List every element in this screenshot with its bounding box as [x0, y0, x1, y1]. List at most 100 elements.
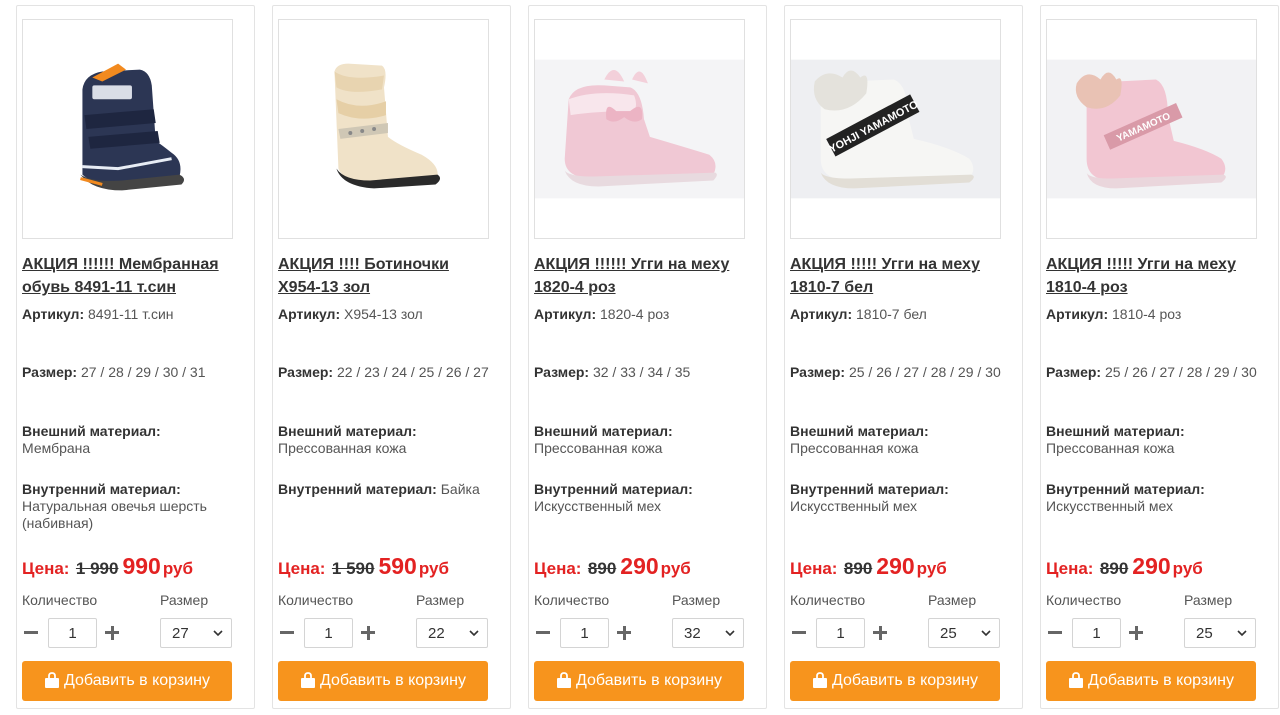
outer-material-label: Внешний материал: [790, 423, 929, 439]
product-inner-material: Внутренний материал: Байка [278, 481, 493, 498]
product-sizes: Размер: 25 / 26 / 27 / 28 / 29 / 30 [1046, 364, 1261, 381]
product-sizes: Размер: 27 / 28 / 29 / 30 / 31 [22, 364, 237, 381]
product-sku: Артикул: 1810-4 роз [1046, 306, 1261, 323]
product-outer-material: Внешний материал: Прессованная кожа [790, 423, 1005, 457]
quantity-decrease-button[interactable] [278, 624, 296, 642]
product-price: Цена: 890 290 руб [1046, 553, 1261, 579]
product-outer-material: Внешний материал: Прессованная кожа [1046, 423, 1261, 457]
inner-material-value: Искусственный мех [790, 498, 918, 514]
size-select[interactable]: 22 [416, 618, 488, 648]
product-title[interactable]: АКЦИЯ !!!! Ботиночки X954-13 зол [278, 253, 493, 299]
outer-material-label: Внешний материал: [534, 423, 673, 439]
inner-material-label: Внутренний материал: [1046, 481, 1205, 497]
pink-ugg-boot-icon [535, 59, 744, 199]
size-select[interactable]: 25 [928, 618, 1000, 648]
product-title[interactable]: АКЦИЯ !!!!! Угги на меху 1810-7 бел [790, 253, 1005, 299]
sizes-value: 25 / 26 / 27 / 28 / 29 / 30 [848, 364, 1001, 380]
sizes-value: 22 / 23 / 24 / 25 / 26 / 27 [336, 364, 489, 380]
size-select[interactable]: 32 [672, 618, 744, 648]
product-sizes: Размер: 32 / 33 / 34 / 35 [534, 364, 749, 381]
quantity-increase-button[interactable] [615, 624, 633, 642]
sizes-label: Размер: [278, 364, 334, 380]
size-select-label: Размер [928, 592, 977, 608]
quantity-input[interactable] [560, 618, 609, 648]
product-title[interactable]: АКЦИЯ !!!!!! Мембранная обувь 8491-11 т.… [22, 253, 237, 299]
quantity-input[interactable] [1072, 618, 1121, 648]
sku-value: 1810-4 роз [1112, 306, 1182, 322]
product-inner-material: Внутренний материал: Искусственный мех [534, 481, 749, 515]
size-select-value: 27 [172, 625, 189, 642]
product-image[interactable] [22, 19, 233, 239]
sku-label: Артикул: [1046, 306, 1109, 322]
product-sku: Артикул: 1820-4 роз [534, 306, 749, 323]
product-card: АКЦИЯ !!!! Ботиночки X954-13 зол Артикул… [272, 5, 511, 709]
product-price: Цена: 890 290 руб [534, 553, 749, 579]
quantity-label: Количество [534, 592, 610, 608]
old-price: 1 590 [331, 559, 375, 578]
size-select-label: Размер [672, 592, 721, 608]
product-sizes: Размер: 25 / 26 / 27 / 28 / 29 / 30 [790, 364, 1005, 381]
size-select[interactable]: 27 [160, 618, 232, 648]
new-price: 290 [620, 553, 659, 579]
product-image[interactable]: YAMAMOTO [1046, 19, 1257, 239]
quantity-increase-button[interactable] [103, 624, 121, 642]
product-sku: Артикул: 8491-11 т.син [22, 306, 237, 323]
sizes-value: 27 / 28 / 29 / 30 / 31 [80, 364, 206, 380]
product-title[interactable]: АКЦИЯ !!!!!! Угги на меху 1820-4 роз [534, 253, 749, 299]
outer-material-label: Внешний материал: [22, 423, 161, 439]
sizes-label: Размер: [790, 364, 846, 380]
add-to-cart-label: Добавить в корзину [319, 672, 466, 689]
product-image[interactable] [534, 19, 745, 239]
inner-material-label: Внутренний материал: [790, 481, 949, 497]
quantity-increase-button[interactable] [1127, 624, 1145, 642]
quantity-increase-button[interactable] [359, 624, 377, 642]
quantity-label: Количество [1046, 592, 1122, 608]
sizes-label: Размер: [22, 364, 78, 380]
size-select[interactable]: 25 [1184, 618, 1256, 648]
quantity-decrease-button[interactable] [534, 624, 552, 642]
chevron-down-icon [213, 630, 223, 637]
shopping-bag-icon [812, 672, 827, 688]
inner-material-label: Внутренний материал: [22, 481, 181, 497]
sku-label: Артикул: [22, 306, 85, 322]
inner-material-label: Внутренний материал: [534, 481, 693, 497]
old-price: 890 [1099, 559, 1129, 578]
chevron-down-icon [981, 630, 991, 637]
new-price: 990 [122, 553, 161, 579]
gold-ankle-boot-icon [334, 63, 441, 189]
quantity-increase-button[interactable] [871, 624, 889, 642]
quantity-decrease-button[interactable] [790, 624, 808, 642]
quantity-decrease-button[interactable] [1046, 624, 1064, 642]
pink-ugg-boot-icon: YAMAMOTO [1047, 59, 1256, 199]
size-select-value: 32 [684, 625, 701, 642]
add-to-cart-button[interactable]: Добавить в корзину [790, 661, 1000, 701]
add-to-cart-button[interactable]: Добавить в корзину [534, 661, 744, 701]
new-price: 290 [1132, 553, 1171, 579]
quantity-input[interactable] [816, 618, 865, 648]
product-sku: Артикул: X954-13 зол [278, 306, 493, 323]
add-to-cart-button[interactable]: Добавить в корзину [1046, 661, 1256, 701]
product-image[interactable]: YOHJI YAMAMOTO [790, 19, 1001, 239]
product-card: АКЦИЯ !!!!!! Мембранная обувь 8491-11 т.… [16, 5, 255, 709]
inner-material-label: Внутренний материал: [278, 481, 437, 497]
price-label: Цена: [534, 559, 582, 578]
outer-material-label: Внешний материал: [278, 423, 417, 439]
product-sizes: Размер: 22 / 23 / 24 / 25 / 26 / 27 [278, 364, 493, 381]
price-currency: руб [1172, 559, 1203, 578]
chevron-down-icon [1237, 630, 1247, 637]
add-to-cart-button[interactable]: Добавить в корзину [278, 661, 488, 701]
navy-membrane-boot-icon [80, 63, 185, 191]
quantity-decrease-button[interactable] [22, 624, 40, 642]
chevron-down-icon [469, 630, 479, 637]
sku-value: 8491-11 т.син [88, 306, 174, 322]
new-price: 590 [378, 553, 417, 579]
product-image[interactable] [278, 19, 489, 239]
size-select-value: 25 [1196, 625, 1213, 642]
inner-material-value: Байка [440, 481, 480, 497]
quantity-input[interactable] [304, 618, 353, 648]
inner-material-value: Искусственный мех [534, 498, 662, 514]
add-to-cart-button[interactable]: Добавить в корзину [22, 661, 232, 701]
quantity-input[interactable] [48, 618, 97, 648]
product-title[interactable]: АКЦИЯ !!!!! Угги на меху 1810-4 роз [1046, 253, 1261, 299]
product-price: Цена: 1 990 990 руб [22, 553, 237, 579]
